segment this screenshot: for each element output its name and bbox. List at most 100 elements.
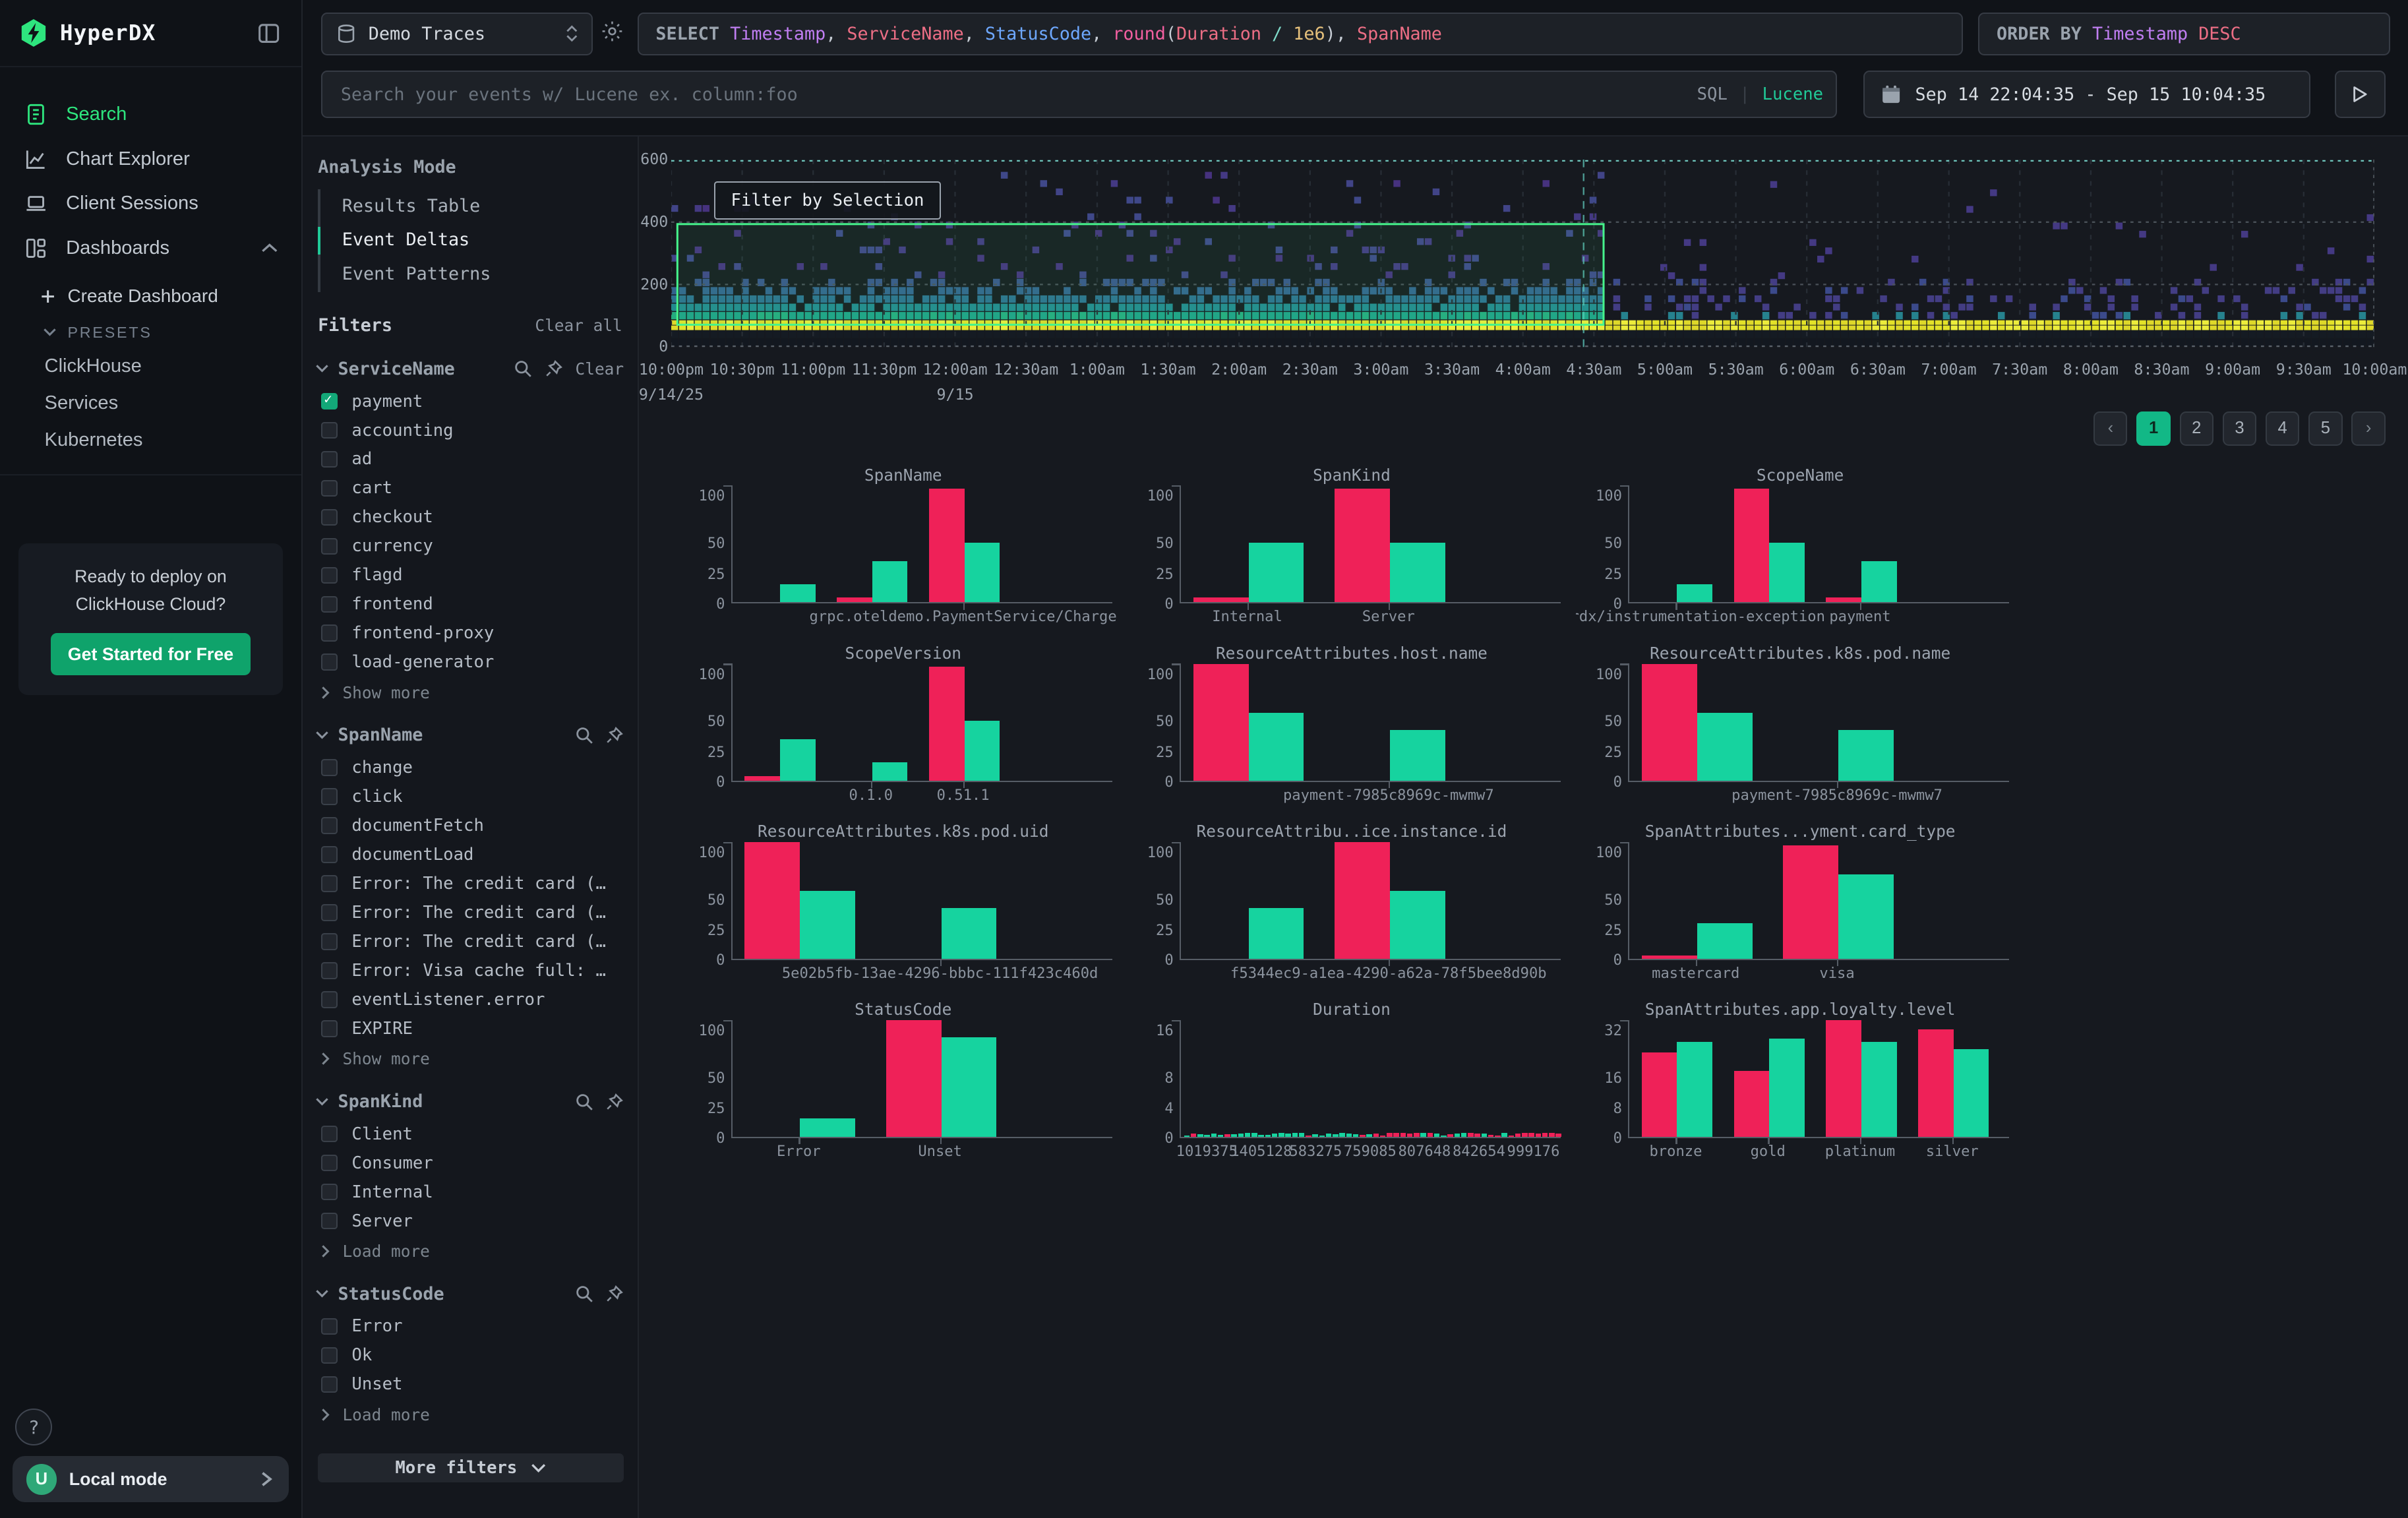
filter-option-load-generator[interactable]: load-generator xyxy=(303,648,638,677)
page-button-5[interactable]: 5 xyxy=(2308,411,2342,445)
checkbox[interactable] xyxy=(321,1020,338,1037)
filter-group-header-spankind[interactable]: SpanKind xyxy=(303,1088,638,1119)
filter-option-checkout[interactable]: checkout xyxy=(303,502,638,531)
page-button-4[interactable]: 4 xyxy=(2266,411,2299,445)
checkbox[interactable] xyxy=(321,759,338,776)
checkbox[interactable] xyxy=(321,904,338,921)
filter-option-flagd[interactable]: flagd xyxy=(303,561,638,590)
checkbox[interactable] xyxy=(321,567,338,584)
checkbox[interactable] xyxy=(321,653,338,671)
local-mode-button[interactable]: U Local mode xyxy=(13,1456,289,1502)
checkbox[interactable] xyxy=(321,1184,338,1201)
checkbox[interactable] xyxy=(321,933,338,950)
page-button-1[interactable]: 1 xyxy=(2136,411,2170,445)
filter-option-ok[interactable]: Ok xyxy=(303,1341,638,1370)
checkbox[interactable] xyxy=(321,451,338,468)
filter-option-payment[interactable]: payment xyxy=(303,387,638,416)
page-button-3[interactable]: 3 xyxy=(2223,411,2256,445)
filter-option-accounting[interactable]: accounting xyxy=(303,416,638,445)
clear-all-filters-button[interactable]: Clear all xyxy=(535,316,622,335)
filter-option-error-visa-cache-full[interactable]: Error: Visa cache full: … xyxy=(303,956,638,985)
filter-option-error-the-credit-card[interactable]: Error: The credit card (… xyxy=(303,898,638,927)
order-by-editor[interactable]: ORDER BY Timestamp DESC xyxy=(1978,13,2390,55)
sidebar-item-dashboards[interactable]: Dashboards xyxy=(0,226,301,270)
filter-option-expire[interactable]: EXPIRE xyxy=(303,1014,638,1043)
lucene-mode-button[interactable]: Lucene xyxy=(1762,84,1824,104)
checkbox[interactable] xyxy=(321,1318,338,1335)
source-select[interactable]: Demo Traces xyxy=(321,13,593,55)
filter-option-documentload[interactable]: documentLoad xyxy=(303,840,638,869)
checkbox[interactable] xyxy=(321,1213,338,1230)
create-dashboard-button[interactable]: Create Dashboard xyxy=(0,276,301,315)
filter-load-more-statuscode[interactable]: Load more xyxy=(303,1399,638,1427)
pin-icon[interactable] xyxy=(605,1285,624,1303)
help-button[interactable]: ? xyxy=(15,1409,52,1445)
filter-option-change[interactable]: change xyxy=(303,753,638,782)
chevron-down-icon[interactable] xyxy=(315,364,329,373)
filter-option-frontend-proxy[interactable]: frontend-proxy xyxy=(303,619,638,648)
chevron-down-icon[interactable] xyxy=(315,731,329,740)
checkbox[interactable] xyxy=(321,788,338,805)
filter-option-ad[interactable]: ad xyxy=(303,445,638,474)
checkbox[interactable] xyxy=(321,509,338,526)
filter-option-error-the-credit-card[interactable]: Error: The credit card (… xyxy=(303,927,638,956)
filter-option-frontend[interactable]: frontend xyxy=(303,590,638,619)
filter-load-more-spankind[interactable]: Load more xyxy=(303,1236,638,1264)
checkbox[interactable] xyxy=(321,1155,338,1172)
page-prev-button[interactable]: ‹ xyxy=(2093,411,2127,445)
collapse-sidebar-icon[interactable] xyxy=(256,21,281,46)
preset-item-kubernetes[interactable]: Kubernetes xyxy=(0,422,301,459)
search-icon[interactable] xyxy=(514,359,532,378)
filter-option-documentfetch[interactable]: documentFetch xyxy=(303,811,638,840)
filter-option-eventlistener-error[interactable]: eventListener.error xyxy=(303,985,638,1014)
sql-select-editor[interactable]: SELECT Timestamp, ServiceName, StatusCod… xyxy=(638,13,1963,55)
search-icon[interactable] xyxy=(575,1285,593,1303)
clear-filter-button[interactable]: Clear xyxy=(576,359,624,379)
sql-mode-button[interactable]: SQL xyxy=(1697,84,1728,104)
checkbox[interactable] xyxy=(321,422,338,439)
checkbox[interactable] xyxy=(321,817,338,834)
sidebar-item-search[interactable]: Search xyxy=(0,92,301,137)
sidebar-item-client-sessions[interactable]: Client Sessions xyxy=(0,181,301,226)
pin-icon[interactable] xyxy=(545,359,563,378)
checkbox[interactable] xyxy=(321,624,338,642)
events-heatmap[interactable]: 600400200010:00pm10:30pm11:00pm11:30pm12… xyxy=(639,137,2408,444)
page-button-2[interactable]: 2 xyxy=(2180,411,2213,445)
chevron-down-icon[interactable] xyxy=(315,1289,329,1298)
filter-group-header-spanname[interactable]: SpanName xyxy=(303,722,638,753)
filter-show-more-spanname[interactable]: Show more xyxy=(303,1043,638,1072)
filter-option-server[interactable]: Server xyxy=(303,1207,638,1236)
search-icon[interactable] xyxy=(575,1093,593,1111)
pin-icon[interactable] xyxy=(605,726,624,744)
filter-option-error[interactable]: Error xyxy=(303,1312,638,1341)
filter-group-header-servicename[interactable]: ServiceNameClear xyxy=(303,355,638,386)
heatmap-selection-box[interactable] xyxy=(677,224,1604,325)
checkbox-checked[interactable] xyxy=(321,393,338,410)
checkbox[interactable] xyxy=(321,846,338,863)
filter-option-client[interactable]: Client xyxy=(303,1120,638,1149)
filter-option-currency[interactable]: currency xyxy=(303,531,638,561)
checkbox[interactable] xyxy=(321,1126,338,1143)
filter-option-unset[interactable]: Unset xyxy=(303,1370,638,1399)
checkbox[interactable] xyxy=(321,480,338,497)
checkbox[interactable] xyxy=(321,962,338,979)
checkbox[interactable] xyxy=(321,1347,338,1364)
filter-option-error-the-credit-card[interactable]: Error: The credit card (… xyxy=(303,869,638,898)
sidebar-item-chart-explorer[interactable]: Chart Explorer xyxy=(0,137,301,181)
analysis-mode-event-deltas[interactable]: Event Deltas xyxy=(320,224,638,258)
gear-icon[interactable] xyxy=(601,20,624,43)
run-query-button[interactable] xyxy=(2335,71,2386,118)
checkbox[interactable] xyxy=(321,538,338,555)
checkbox[interactable] xyxy=(321,596,338,613)
more-filters-button[interactable]: More filters xyxy=(318,1453,624,1482)
filter-option-consumer[interactable]: Consumer xyxy=(303,1149,638,1178)
search-icon[interactable] xyxy=(575,726,593,744)
presets-toggle[interactable]: PRESETS xyxy=(0,315,301,348)
checkbox[interactable] xyxy=(321,1376,338,1393)
filter-by-selection-button[interactable]: Filter by Selection xyxy=(714,181,941,220)
analysis-mode-event-patterns[interactable]: Event Patterns xyxy=(320,258,638,292)
date-range-picker[interactable]: Sep 14 22:04:35 - Sep 15 10:04:35 xyxy=(1863,71,2310,118)
filter-group-header-statuscode[interactable]: StatusCode xyxy=(303,1281,638,1312)
analysis-mode-results-table[interactable]: Results Table xyxy=(320,189,638,224)
checkbox[interactable] xyxy=(321,875,338,892)
